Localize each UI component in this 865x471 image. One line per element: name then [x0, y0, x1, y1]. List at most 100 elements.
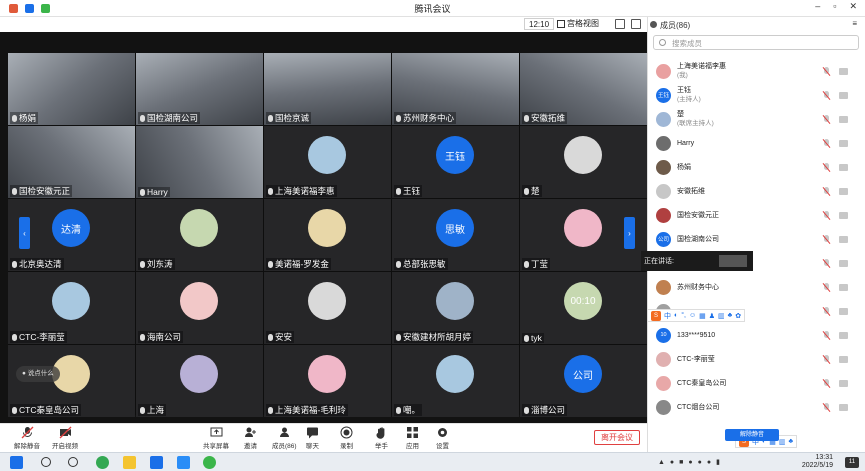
- video-tile[interactable]: 刘东涛: [136, 199, 263, 271]
- taskbar-search-icon[interactable]: [41, 457, 51, 467]
- member-camera-icon[interactable]: [839, 211, 848, 219]
- member-mic-icon[interactable]: [822, 282, 831, 292]
- member-mic-icon[interactable]: [822, 210, 831, 220]
- ime-user-icon[interactable]: ♟: [709, 312, 715, 320]
- video-tile[interactable]: 安安: [264, 272, 391, 344]
- ime-emoji-icon[interactable]: ☺: [689, 312, 696, 319]
- raise-hand-button[interactable]: 举手: [375, 426, 388, 450]
- member-mic-icon[interactable]: [822, 114, 831, 124]
- taskbar-clock[interactable]: 13:31 2022/5/19: [802, 454, 833, 470]
- video-tile[interactable]: 楚: [520, 126, 647, 198]
- member-row[interactable]: 国检安徽元正: [656, 204, 856, 226]
- video-tile[interactable]: 00:10 tyk: [520, 272, 647, 344]
- member-mic-icon[interactable]: [822, 330, 831, 340]
- member-search-input[interactable]: 搜索成员: [653, 35, 859, 50]
- restore-icon[interactable]: ▫: [833, 1, 836, 12]
- member-row[interactable]: 王钰 王钰 (主持人): [656, 84, 856, 106]
- member-row[interactable]: 公司 国检湖南公司: [656, 228, 856, 250]
- wechat-icon[interactable]: [203, 456, 216, 469]
- video-tile[interactable]: 杨娟: [8, 53, 135, 125]
- video-tile[interactable]: 公司 淄博公司: [520, 345, 647, 417]
- member-camera-icon[interactable]: [839, 187, 848, 195]
- video-tile[interactable]: 苏州财务中心: [392, 53, 519, 125]
- ime-skin-icon[interactable]: ♣: [728, 312, 733, 319]
- member-camera-icon[interactable]: [839, 259, 848, 267]
- start-video-button[interactable]: 开启视频: [52, 426, 78, 450]
- unmute-all-button[interactable]: 解除静音: [725, 429, 779, 441]
- member-mic-icon[interactable]: [822, 258, 831, 268]
- invite-button[interactable]: 邀请: [244, 426, 257, 450]
- video-tile[interactable]: 嘲。: [392, 345, 519, 417]
- ime-punct-icon[interactable]: °,: [681, 312, 686, 319]
- member-mic-icon[interactable]: [822, 234, 831, 244]
- video-tile[interactable]: 思敏 总部张思敏: [392, 199, 519, 271]
- tencent-meeting-taskbar-icon[interactable]: [177, 456, 190, 469]
- panel-menu-icon[interactable]: ≡: [852, 19, 857, 28]
- video-tile[interactable]: Harry: [136, 126, 263, 198]
- view-switch-button[interactable]: 宫格视图: [557, 18, 599, 30]
- ime-toolbar[interactable]: S 中 ◐ °, ☺ ▦ ♟ ▥ ♣ ✿: [647, 309, 746, 322]
- video-tile[interactable]: 国检京诚: [264, 53, 391, 125]
- member-row[interactable]: Harry: [656, 132, 856, 154]
- ime-moon-icon[interactable]: ◐: [674, 312, 678, 319]
- grid-next-button[interactable]: ›: [624, 217, 635, 249]
- windows-start-icon[interactable]: [10, 456, 23, 469]
- member-row[interactable]: CTC烟台公司: [656, 396, 856, 418]
- ime-tools-icon[interactable]: ▥: [718, 312, 725, 320]
- member-camera-icon[interactable]: [839, 307, 848, 315]
- video-tile[interactable]: 安徽拓维: [520, 53, 647, 125]
- member-camera-icon[interactable]: [839, 115, 848, 123]
- video-tile[interactable]: 海南公司: [136, 272, 263, 344]
- member-camera-icon[interactable]: [839, 67, 848, 75]
- video-tile[interactable]: 美诺福-罗发金: [264, 199, 391, 271]
- file-explorer-icon[interactable]: [123, 456, 136, 469]
- fullscreen-icon[interactable]: [615, 19, 625, 29]
- member-row[interactable]: 上海美诺福李惠 (我): [656, 60, 856, 82]
- member-row[interactable]: 苏州财务中心: [656, 276, 856, 298]
- unmute-button[interactable]: 解除静音: [14, 426, 40, 450]
- member-camera-icon[interactable]: [839, 283, 848, 291]
- settings-button[interactable]: 设置: [436, 426, 449, 450]
- apps-button[interactable]: 应用: [406, 426, 419, 450]
- record-button[interactable]: 录制: [340, 426, 353, 450]
- ime-keyboard-icon[interactable]: ▦: [699, 312, 706, 320]
- member-row[interactable]: 安徽拓维: [656, 180, 856, 202]
- video-tile[interactable]: 国检湖南公司: [136, 53, 263, 125]
- ime-skin-icon-2[interactable]: ♣: [788, 438, 793, 445]
- video-tile[interactable]: CTC-李丽莹: [8, 272, 135, 344]
- member-camera-icon[interactable]: [839, 139, 848, 147]
- member-mic-icon[interactable]: [822, 306, 831, 316]
- share-screen-button[interactable]: 共享屏幕: [203, 426, 229, 450]
- member-mic-icon[interactable]: [822, 90, 831, 100]
- task-view-icon[interactable]: [68, 457, 78, 467]
- member-mic-icon[interactable]: [822, 402, 831, 412]
- member-camera-icon[interactable]: [839, 379, 848, 387]
- ime-tools-icon-2[interactable]: ▥: [779, 438, 786, 446]
- member-camera-icon[interactable]: [839, 355, 848, 363]
- member-row[interactable]: CTC秦皇岛公司: [656, 372, 856, 394]
- member-row[interactable]: CTC-李丽莹: [656, 348, 856, 370]
- video-tile[interactable]: 国检安徽元正: [8, 126, 135, 198]
- members-button[interactable]: 成员(86): [272, 426, 297, 450]
- member-camera-icon[interactable]: [839, 235, 848, 243]
- browser-icon[interactable]: [96, 456, 109, 469]
- video-tile[interactable]: 上海美诺福李惠: [264, 126, 391, 198]
- member-mic-icon[interactable]: [822, 378, 831, 388]
- member-row[interactable]: 杨娟: [656, 156, 856, 178]
- member-camera-icon[interactable]: [839, 331, 848, 339]
- member-mic-icon[interactable]: [822, 186, 831, 196]
- member-mic-icon[interactable]: [822, 138, 831, 148]
- video-tile[interactable]: 上海: [136, 345, 263, 417]
- grid-prev-button[interactable]: ‹: [19, 217, 30, 249]
- ime-settings-icon[interactable]: ✿: [735, 312, 741, 320]
- member-row[interactable]: 10 133****9510: [656, 324, 856, 346]
- member-camera-icon[interactable]: [839, 163, 848, 171]
- minimize-icon[interactable]: –: [815, 1, 820, 12]
- close-icon[interactable]: ✕: [849, 1, 857, 12]
- video-tile[interactable]: 安徽建材所胡月婷: [392, 272, 519, 344]
- chat-button[interactable]: 聊天: [306, 426, 319, 450]
- layout-icon[interactable]: [631, 19, 641, 29]
- ime-lang[interactable]: 中: [664, 311, 671, 321]
- app-icon[interactable]: [150, 456, 163, 469]
- member-camera-icon[interactable]: [839, 91, 848, 99]
